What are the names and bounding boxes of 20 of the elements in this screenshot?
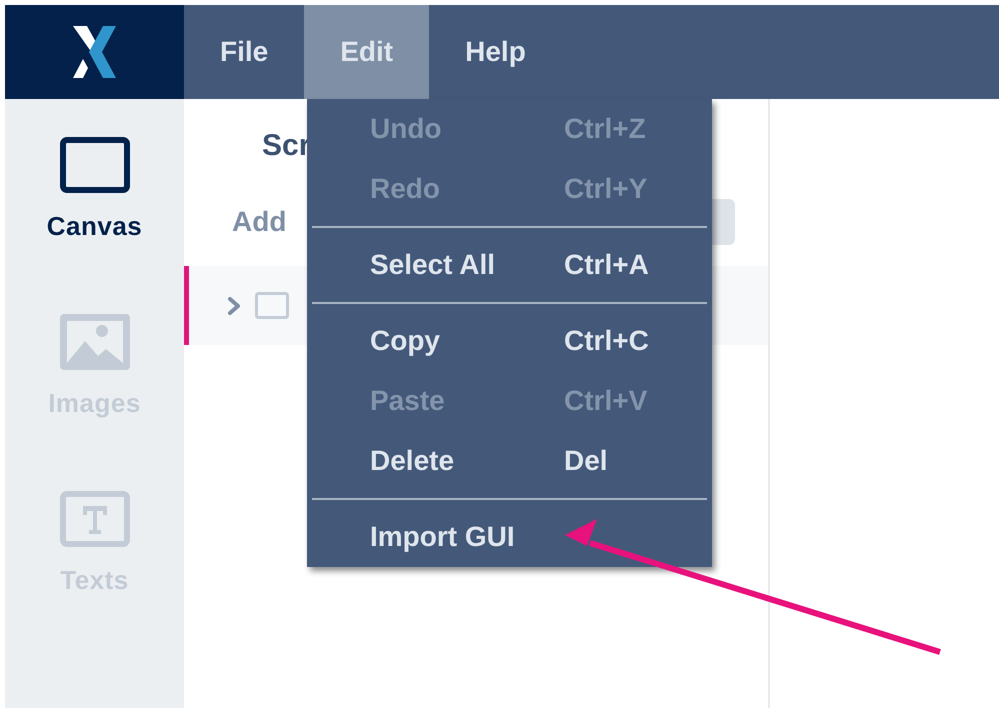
canvas-icon <box>60 137 130 193</box>
menu-item[interactable]: Delete Del <box>307 431 712 491</box>
menu-button[interactable]: Help <box>429 5 562 99</box>
menu-item[interactable]: Copy Ctrl+C <box>307 311 712 371</box>
text-icon <box>60 491 130 547</box>
shortcut-label: Ctrl+Z <box>564 113 646 145</box>
menu-button[interactable]: File <box>184 5 304 99</box>
shortcut-label: Del <box>564 445 608 477</box>
logo-icon <box>72 26 116 78</box>
frame-icon <box>255 292 289 319</box>
chevron-icon[interactable] <box>227 296 241 316</box>
shortcut-label: Ctrl+V <box>564 385 648 417</box>
menu-item[interactable]: Select All Ctrl+A <box>307 235 712 295</box>
add-label: Add <box>232 206 286 238</box>
shortcut-label: Ctrl+Y <box>564 173 648 205</box>
shortcut-label: Ctrl+A <box>564 249 649 281</box>
shortcut-label: Ctrl+C <box>564 325 649 357</box>
menu-item[interactable]: Import GUI <box>307 507 712 567</box>
image-icon <box>60 314 130 370</box>
rail-item[interactable]: Canvas <box>5 137 184 314</box>
